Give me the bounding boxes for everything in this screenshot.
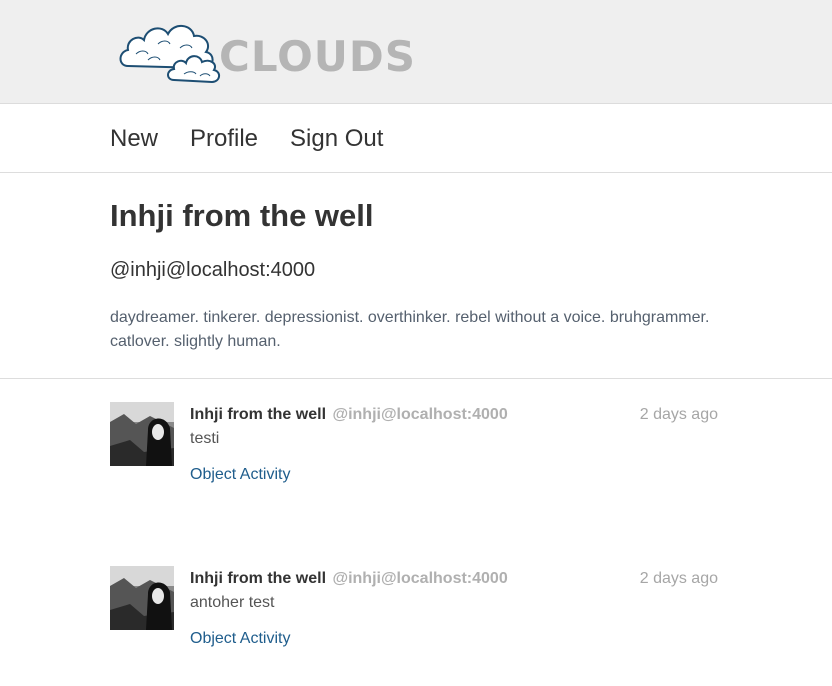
post-item: Inhji from the well @inhji@localhost:400… bbox=[110, 566, 720, 648]
post-author-name: Inhji from the well bbox=[190, 406, 327, 423]
profile-handle: @inhji@localhost:4000 bbox=[110, 259, 316, 281]
post-item: Inhji from the well @inhji@localhost:400… bbox=[110, 402, 720, 484]
nav-sign-out[interactable]: Sign Out bbox=[290, 125, 383, 154]
post-timestamp: 2 days ago bbox=[639, 570, 718, 587]
nav-new[interactable]: New bbox=[110, 125, 158, 154]
cloud-icon bbox=[119, 25, 220, 84]
site-logo[interactable]: CLOUDS bbox=[118, 14, 418, 86]
avatar[interactable] bbox=[110, 402, 174, 466]
profile-name: Inhji from the well bbox=[110, 198, 374, 233]
site-header: CLOUDS bbox=[0, 0, 832, 104]
post-author[interactable]: Inhji from the well @inhji@localhost:400… bbox=[190, 406, 508, 424]
profile-bio: daydreamer. tinkerer. depressionist. ove… bbox=[110, 309, 710, 350]
post-author-account: @inhji@localhost:4000 bbox=[332, 570, 508, 587]
post-content: testi bbox=[190, 430, 220, 447]
main-nav: New Profile Sign Out bbox=[0, 104, 832, 173]
post-timestamp: 2 days ago bbox=[639, 406, 718, 423]
profile-section: Inhji from the well @inhji@localhost:400… bbox=[0, 173, 832, 379]
object-activity-link[interactable]: Object Activity bbox=[190, 630, 290, 648]
object-activity-link[interactable]: Object Activity bbox=[190, 466, 290, 484]
nav-profile[interactable]: Profile bbox=[190, 125, 258, 154]
avatar[interactable] bbox=[110, 566, 174, 630]
logo-text: CLOUDS bbox=[219, 32, 417, 81]
post-content: antoher test bbox=[190, 594, 275, 611]
post-author-account: @inhji@localhost:4000 bbox=[332, 406, 508, 423]
post-author[interactable]: Inhji from the well @inhji@localhost:400… bbox=[190, 570, 508, 588]
post-author-name: Inhji from the well bbox=[190, 570, 327, 587]
